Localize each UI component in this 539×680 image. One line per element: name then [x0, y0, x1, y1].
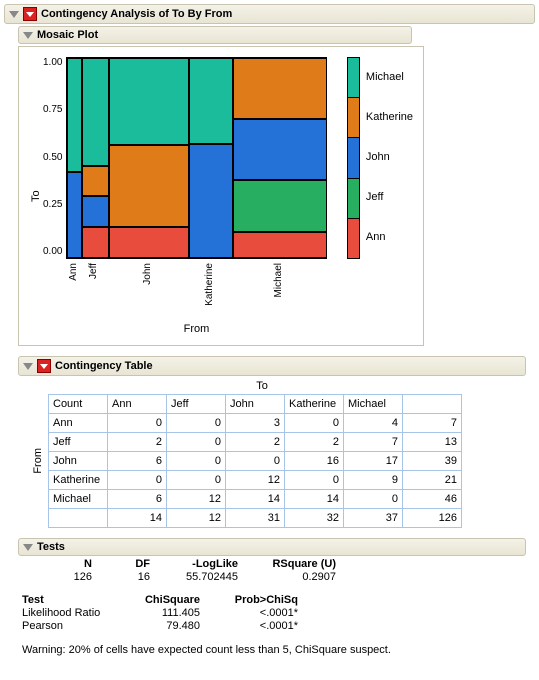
disclosure-icon[interactable] — [23, 32, 33, 39]
disclosure-icon[interactable] — [23, 544, 33, 551]
mosaic-cell — [67, 172, 81, 258]
mosaic-chart — [66, 57, 327, 259]
mosaic-cell — [82, 227, 109, 258]
legend-swatch-jeff — [348, 178, 358, 218]
main-header[interactable]: Contingency Analysis of To By From — [4, 4, 535, 24]
legend-strip — [347, 57, 359, 259]
contingency-table: CountAnnJeffJohnKatherineMichaelAnn00304… — [48, 394, 462, 528]
mosaic-cell — [233, 232, 328, 258]
mosaic-cell — [233, 180, 328, 232]
mosaic-cell — [82, 166, 109, 197]
legend-labels: Michael Katherine John Jeff Ann — [366, 57, 413, 257]
mosaic-cell — [109, 58, 189, 145]
ct-side-label: From — [32, 448, 44, 474]
y-axis-label: To — [29, 57, 43, 335]
legend-swatch-ann — [348, 218, 358, 258]
mosaic-cell — [109, 145, 189, 227]
ct-title: Contingency Table — [55, 360, 153, 372]
legend-swatch-michael — [348, 58, 358, 97]
tests-header[interactable]: Tests — [18, 538, 526, 556]
hotspot-icon[interactable] — [23, 7, 37, 21]
mosaic-header[interactable]: Mosaic Plot — [18, 26, 412, 44]
mosaic-title: Mosaic Plot — [37, 29, 98, 41]
mosaic-cell — [233, 58, 328, 119]
mosaic-cell — [82, 58, 109, 166]
mosaic-cell — [67, 58, 81, 172]
x-ticks: AnnJeffJohnKatherineMichael — [66, 259, 326, 319]
x-axis-label: From — [66, 323, 326, 335]
disclosure-icon[interactable] — [23, 363, 33, 370]
ct-header[interactable]: Contingency Table — [18, 356, 526, 376]
legend-swatch-katherine — [348, 97, 358, 137]
tests-title: Tests — [37, 541, 65, 553]
disclosure-icon[interactable] — [9, 11, 19, 18]
main-title: Contingency Analysis of To By From — [41, 8, 232, 20]
mosaic-cell — [109, 227, 189, 258]
mosaic-cell — [189, 144, 232, 258]
tests-warning: Warning: 20% of cells have expected coun… — [22, 642, 535, 660]
ct-top-label: To — [52, 380, 472, 392]
mosaic-cell — [233, 119, 328, 180]
y-ticks: 1.00 0.75 0.50 0.25 0.00 — [43, 57, 66, 257]
legend-swatch-john — [348, 137, 358, 177]
mosaic-cell — [82, 196, 109, 227]
hotspot-icon[interactable] — [37, 359, 51, 373]
mosaic-cell — [189, 58, 232, 144]
mosaic-plot-box: To 1.00 0.75 0.50 0.25 0.00 AnnJeffJohnK… — [18, 46, 424, 346]
tests-block: N DF -LogLike RSquare (U) 126 16 55.7024… — [22, 558, 535, 660]
